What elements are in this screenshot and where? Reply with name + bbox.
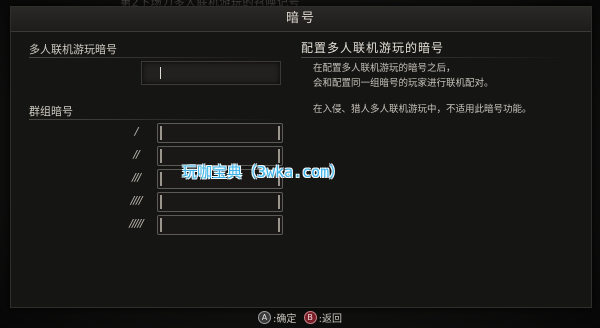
button-hints: A :确定 B :返回: [0, 306, 600, 328]
game-screen: 第2下场力多人联机游玩的召唤记号 暗号 多人联机游玩暗号 群组暗号 / // /…: [0, 0, 600, 328]
dialog-title: 暗号: [285, 11, 316, 26]
group-mark-3: ///: [131, 171, 141, 184]
multiplayer-password-input[interactable]: [141, 61, 281, 85]
group-password-input-4[interactable]: [157, 192, 283, 212]
help-panel: 配置多人联机游玩的暗号 在配置多人联机游玩的暗号之后， 会和配置同一组暗号的玩家…: [301, 37, 581, 167]
text-cursor: [160, 67, 161, 79]
group-password-row-4[interactable]: ////: [121, 192, 293, 212]
group-password-input-5[interactable]: [157, 215, 283, 235]
confirm-hint[interactable]: A :确定: [258, 310, 296, 325]
b-button-icon: B: [303, 311, 317, 324]
section-divider: [29, 119, 279, 120]
group-mark-5: /////: [129, 217, 144, 230]
group-password-label: 群组暗号: [29, 105, 73, 118]
section-divider: [29, 57, 279, 58]
group-mark-4: ////: [130, 194, 143, 207]
help-title: 配置多人联机游玩的暗号: [301, 41, 445, 55]
help-text-line-1: 在配置多人联机游玩的暗号之后，: [313, 63, 456, 74]
group-mark-2: //: [133, 148, 139, 161]
password-dialog: 暗号 多人联机游玩暗号 群组暗号 / // /// //// ///// 配置多…: [10, 6, 592, 308]
password-settings-panel: 多人联机游玩暗号 群组暗号 / // /// //// /////: [29, 39, 295, 235]
section-divider: [301, 57, 571, 58]
dialog-titlebar: 暗号: [11, 7, 591, 32]
group-password-row-5[interactable]: /////: [121, 215, 293, 235]
group-password-row-1[interactable]: /: [121, 123, 293, 143]
group-mark-1: /: [134, 125, 139, 138]
site-watermark: 玩咖宝典（3wka.com）: [182, 163, 345, 181]
group-password-input-1[interactable]: [157, 123, 283, 143]
help-text-line-2: 会和配置同一组暗号的玩家进行联机配对。: [313, 78, 494, 89]
back-hint[interactable]: B :返回: [303, 310, 342, 325]
confirm-label: :确定: [273, 314, 297, 325]
a-button-icon: A: [258, 311, 272, 324]
help-text-line-3: 在入侵、猎人多人联机游玩中，不适用此暗号功能。: [313, 104, 532, 115]
back-label: :返回: [318, 314, 342, 325]
multiplayer-password-label: 多人联机游玩暗号: [29, 43, 117, 56]
